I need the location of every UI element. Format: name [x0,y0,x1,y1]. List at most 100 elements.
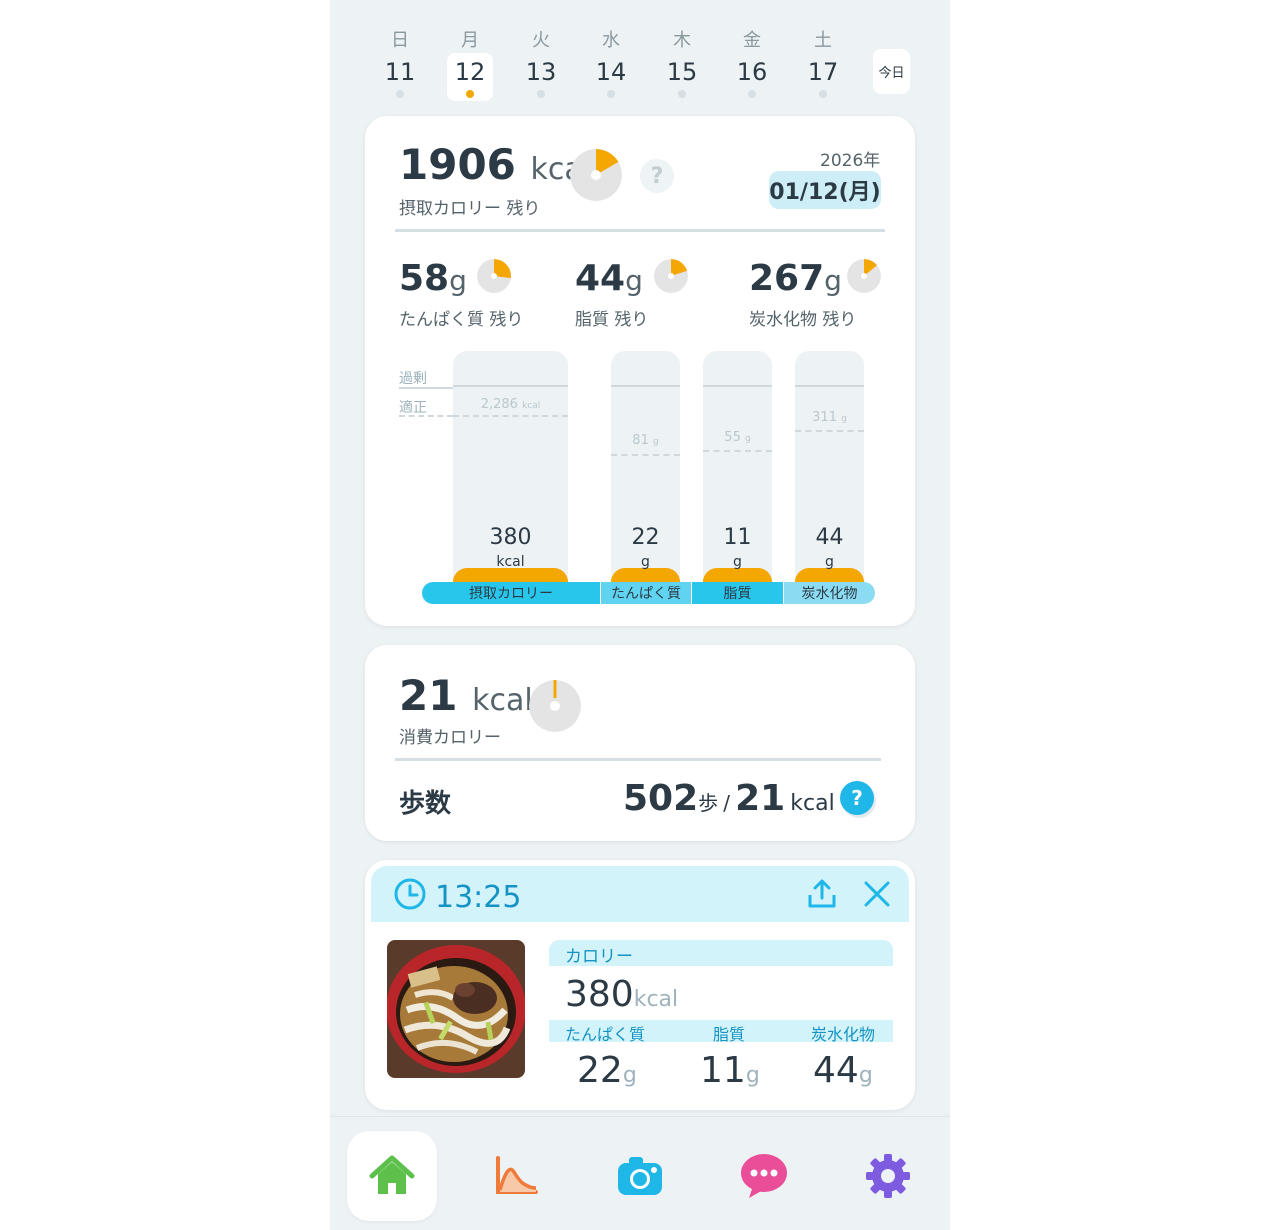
target-calories: 2,286 kcal [453,397,568,412]
calorie-help-button[interactable]: ? [640,159,674,193]
burned-pie [529,680,581,732]
steps-label: 歩数 [399,789,452,819]
target-unit: g [652,437,659,447]
day-17[interactable]: 土 17 [800,0,846,100]
divider [395,229,885,232]
nav-camera[interactable] [595,1131,685,1221]
meal-card[interactable]: 13:25 カロリー 380kcal たんぱく質 脂質 炭水化物 22g 11g… [365,860,915,1110]
carb-remaining-value: 267 [749,258,825,299]
target-value: 55 [724,430,741,445]
macro-label-carbs: 炭水化物 [811,1025,876,1044]
bar-carbs: 311 g 44 g [795,351,864,596]
meal-carbs-unit: g [858,1063,873,1088]
close-icon[interactable] [863,880,891,908]
udon-image [387,940,525,1078]
steps-summary: 502歩 / 21 kcal [623,778,835,819]
protein-pie [477,259,511,293]
optimal-line [453,415,568,417]
day-number: 12 [454,58,486,86]
day-15[interactable]: 木 15 [659,0,705,100]
day-16[interactable]: 金 16 [729,0,775,100]
day-dot [678,90,686,98]
meal-protein-unit: g [622,1063,637,1088]
bar-protein: 81 g 22 g [611,351,680,596]
today-button[interactable]: 今日 [873,49,910,94]
bar-fat: 55 g 11 g [703,351,772,596]
target-value: 2,286 [480,397,518,412]
burned-calories-label: 消費カロリー [399,728,501,748]
nav-settings[interactable] [843,1131,933,1221]
chat-icon [741,1154,787,1198]
meal-time: 13:25 [435,880,522,915]
clock-icon [394,878,426,910]
target-value: 81 [632,433,649,448]
excess-line [453,385,568,387]
calorie-tag-label: カロリー [565,947,633,967]
intake-card: 1906 kcal 摂取カロリー 残り ? 2026年 01/12(月) 58g… [365,116,915,626]
bar-unit: g [733,554,742,570]
target-carbs: 311 g [795,410,864,425]
date-badge[interactable]: 01/12(月) [769,171,881,209]
bar-value: 22 [631,525,660,550]
excess-line [703,385,772,387]
category-label-calories: 摂取カロリー [422,582,600,604]
category-label-protein: たんぱく質 [601,582,691,604]
day-of-week: 土 [814,30,832,51]
gear-icon [866,1154,910,1198]
day-14[interactable]: 水 14 [588,0,634,100]
day-13[interactable]: 火 13 [518,0,564,100]
divider [395,758,881,761]
nav-chat[interactable] [719,1131,809,1221]
home-icon [369,1155,415,1194]
remaining-calories: 1906 kcal [399,140,591,189]
day-11[interactable]: 日 11 [377,0,423,100]
week-selector: 日 11 月 12 火 13 水 14 木 15 金 16 土 17 今日 [330,0,950,110]
day-number: 17 [807,58,839,86]
optimal-line [703,450,772,452]
meal-fat-unit: g [745,1063,760,1088]
steps-unit: 歩 [698,791,719,815]
steps-help-button[interactable]: ? [840,781,874,815]
nav-home[interactable] [347,1131,437,1221]
steps-kcal-unit: kcal [790,791,835,816]
meal-carbs-value: 44 [813,1050,859,1091]
burned-card: 21 kcal 消費カロリー 歩数 502歩 / 21 kcal ? [365,645,915,841]
protein-remaining-value: 58 [399,258,450,299]
fat-remaining: 44g [575,258,643,299]
day-of-week: 月 [461,30,479,51]
optimal-line [399,415,453,417]
share-icon[interactable] [807,878,837,910]
day-dot [466,90,474,98]
target-fat: 55 g [703,430,772,445]
year-label: 2026年 [820,151,881,171]
carb-pie [847,259,881,293]
day-of-week: 金 [743,30,761,51]
meal-photo[interactable] [387,940,525,1078]
meal-header: 13:25 [371,866,909,922]
protein-remaining: 58g [399,258,467,299]
fat-pie [654,259,688,293]
excess-line [399,387,453,389]
remaining-calories-value: 1906 [399,140,516,189]
macro-label-fat: 脂質 [713,1025,746,1044]
meal-fat: 11g [700,1050,760,1091]
meal-calories: 380kcal [565,974,678,1015]
excess-line [611,385,680,387]
steps-kcal-value: 21 [735,778,786,819]
target-value: 311 [812,410,837,425]
carb-remaining-unit: g [824,264,842,297]
app-screen: 日 11 月 12 火 13 水 14 木 15 金 16 土 17 今日 19… [330,0,950,1230]
bar-unit: g [825,554,834,570]
day-12[interactable]: 月 12 [447,0,493,101]
optimal-label: 適正 [399,400,427,416]
excess-line [795,385,864,387]
day-of-week: 水 [602,30,620,51]
fat-remaining-label: 脂質 残り [575,310,649,330]
day-of-week: 日 [391,30,409,51]
burned-calories: 21 kcal [399,671,533,720]
nav-graph[interactable] [471,1131,561,1221]
target-unit: g [841,414,847,424]
protein-remaining-label: たんぱく質 残り [399,310,524,330]
fat-remaining-value: 44 [575,258,626,299]
excess-label: 過剰 [399,371,427,387]
